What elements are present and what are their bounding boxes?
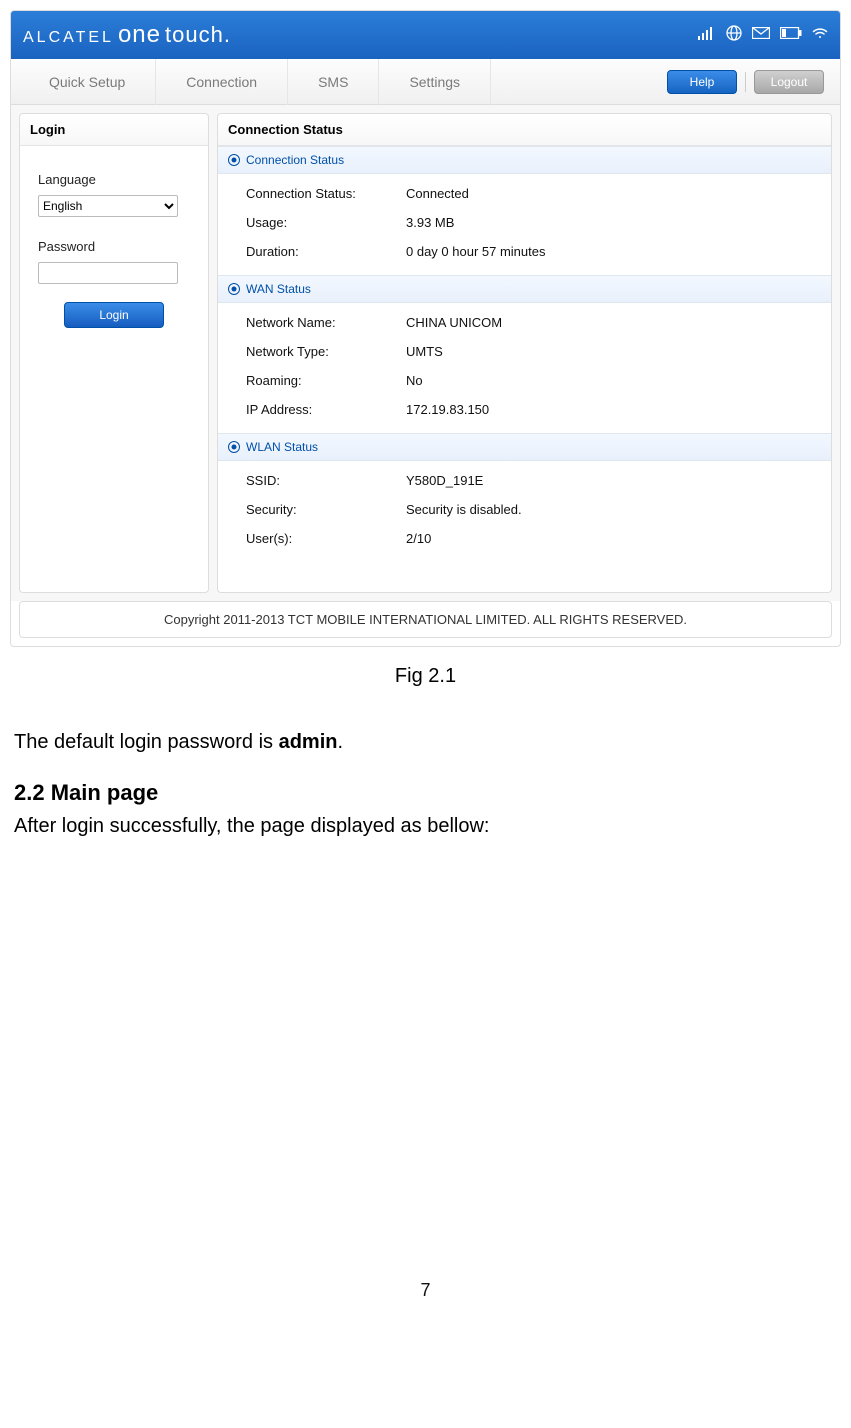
wan-name-val: CHINA UNICOM xyxy=(406,315,502,330)
section-head-wlan: WLAN Status xyxy=(218,433,831,461)
wan-roaming-val: No xyxy=(406,373,423,388)
conn-usage-key: Usage: xyxy=(246,215,406,230)
figure-caption: Fig 2.1 xyxy=(10,665,841,688)
conn-status-key: Connection Status: xyxy=(246,186,406,201)
status-icons xyxy=(698,25,828,46)
copyright-footer: Copyright 2011-2013 TCT MOBILE INTERNATI… xyxy=(19,601,832,638)
wan-type-key: Network Type: xyxy=(246,344,406,359)
section-head-wan: WAN Status xyxy=(218,275,831,303)
login-panel: Login Language English Password Login xyxy=(19,113,209,593)
wlan-ssid-val: Y580D_191E xyxy=(406,473,483,488)
language-label: Language xyxy=(38,172,190,187)
help-button[interactable]: Help xyxy=(667,70,737,94)
tab-connection[interactable]: Connection xyxy=(156,59,288,105)
wlan-security-val: Security is disabled. xyxy=(406,502,522,517)
brand-touch: touch. xyxy=(165,22,231,48)
target-icon xyxy=(228,441,240,453)
wan-ip-key: IP Address: xyxy=(246,402,406,417)
wlan-ssid-key: SSID: xyxy=(246,473,406,488)
language-select[interactable]: English xyxy=(38,195,178,217)
section-title-wlan: WLAN Status xyxy=(246,440,318,454)
doc-line1-bold: admin xyxy=(279,731,338,753)
button-divider xyxy=(745,72,746,92)
conn-usage-val: 3.93 MB xyxy=(406,215,454,230)
tab-sms[interactable]: SMS xyxy=(288,59,379,105)
logout-button[interactable]: Logout xyxy=(754,70,824,94)
page-number: 7 xyxy=(10,1280,841,1301)
section-head-connection: Connection Status xyxy=(218,146,831,174)
message-icon xyxy=(752,26,770,44)
login-button[interactable]: Login xyxy=(64,302,164,328)
section-title-wan: WAN Status xyxy=(246,282,311,296)
wlan-users-val: 2/10 xyxy=(406,531,431,546)
doc-default-password-line: The default login password is admin. xyxy=(14,728,841,756)
wlan-users-key: User(s): xyxy=(246,531,406,546)
section-title-connection: Connection Status xyxy=(246,153,344,167)
password-label: Password xyxy=(38,239,190,254)
tab-settings[interactable]: Settings xyxy=(379,59,491,105)
doc-after-login-line: After login successfully, the page displ… xyxy=(14,812,841,840)
target-icon xyxy=(228,154,240,166)
router-admin-screenshot: ALCATEL one touch. xyxy=(10,10,841,647)
wan-ip-val: 172.19.83.150 xyxy=(406,402,489,417)
topbar: ALCATEL one touch. xyxy=(11,11,840,59)
signal-icon xyxy=(698,26,716,45)
conn-duration-val: 0 day 0 hour 57 minutes xyxy=(406,244,545,259)
wlan-security-key: Security: xyxy=(246,502,406,517)
wan-roaming-key: Roaming: xyxy=(246,373,406,388)
wan-name-key: Network Name: xyxy=(246,315,406,330)
status-panel: Connection Status Connection Status Conn… xyxy=(217,113,832,593)
wan-type-val: UMTS xyxy=(406,344,443,359)
doc-line1-pre: The default login password is xyxy=(14,731,279,753)
conn-duration-key: Duration: xyxy=(246,244,406,259)
brand-one: one xyxy=(118,21,161,49)
status-panel-title: Connection Status xyxy=(218,114,831,146)
login-panel-title: Login xyxy=(20,114,208,146)
conn-status-val: Connected xyxy=(406,186,469,201)
brand-logo: ALCATEL one touch. xyxy=(23,21,231,49)
battery-icon xyxy=(780,26,802,44)
doc-line1-post: . xyxy=(338,731,344,753)
password-input[interactable] xyxy=(38,262,178,284)
brand-alcatel: ALCATEL xyxy=(23,29,114,47)
doc-heading-main-page: 2.2 Main page xyxy=(14,780,841,806)
navbar: Quick Setup Connection SMS Settings Help… xyxy=(11,59,840,105)
tab-quick-setup[interactable]: Quick Setup xyxy=(19,59,156,105)
wifi-icon xyxy=(812,25,828,46)
target-icon xyxy=(228,283,240,295)
globe-icon xyxy=(726,25,742,46)
